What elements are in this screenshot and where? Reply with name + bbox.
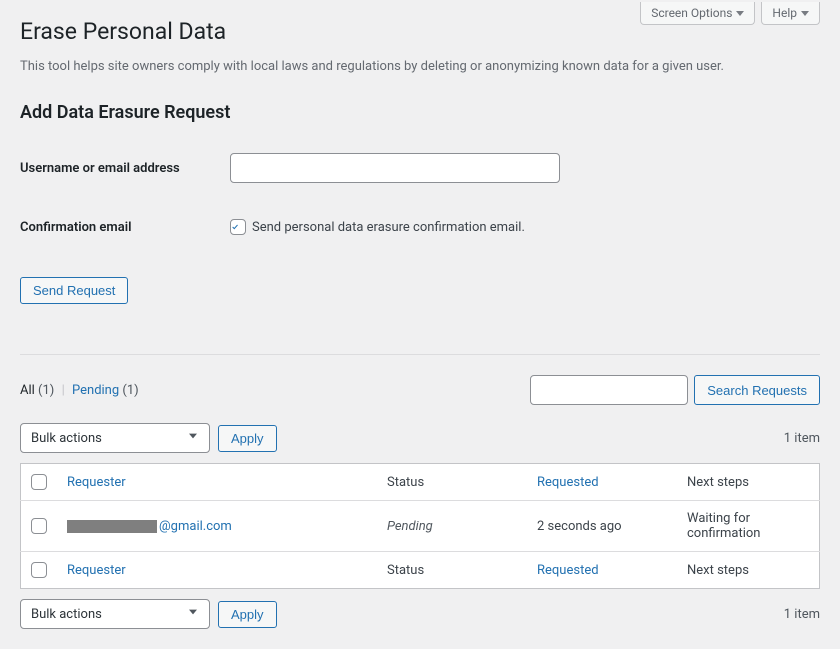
col-nextsteps-footer: Next steps — [687, 563, 749, 578]
username-label: Username or email address — [20, 161, 230, 176]
filter-pending-count: (1) — [122, 383, 138, 398]
username-input[interactable] — [230, 153, 560, 183]
search-input[interactable] — [530, 375, 688, 405]
col-requested-footer[interactable]: Requested — [537, 563, 599, 578]
select-all-checkbox-bottom[interactable] — [31, 562, 47, 578]
redacted-username — [67, 520, 157, 533]
check-icon — [231, 220, 239, 234]
col-requester-footer[interactable]: Requester — [67, 563, 126, 578]
apply-button-bottom[interactable]: Apply — [218, 601, 277, 628]
col-nextsteps-header: Next steps — [687, 475, 749, 490]
bulk-actions-label-bottom: Bulk actions — [31, 607, 102, 622]
section-heading: Add Data Erasure Request — [20, 102, 820, 123]
bulk-actions-select-top[interactable]: Bulk actions — [20, 423, 210, 453]
confirmation-email-label: Confirmation email — [20, 220, 230, 235]
nextsteps-cell: Waiting for confirmation — [687, 511, 761, 541]
help-toggle[interactable]: Help — [761, 2, 820, 25]
chevron-down-icon — [185, 604, 201, 624]
requests-table: Requester Status Requested Next steps @g… — [20, 463, 820, 589]
col-requested-header[interactable]: Requested — [537, 475, 599, 490]
status-cell: Pending — [387, 519, 433, 534]
status-filters: All (1) | Pending (1) — [20, 383, 139, 398]
filter-all-count: (1) — [38, 383, 54, 398]
chevron-down-icon — [185, 428, 201, 448]
filter-all-label[interactable]: All — [20, 383, 35, 398]
requested-cell: 2 seconds ago — [537, 519, 622, 534]
item-count-bottom: 1 item — [784, 607, 820, 622]
col-status-header: Status — [387, 475, 424, 490]
filter-pending-link[interactable]: Pending — [72, 383, 119, 398]
row-checkbox[interactable] — [31, 518, 47, 534]
col-status-footer: Status — [387, 563, 424, 578]
col-requester-header[interactable]: Requester — [67, 475, 126, 490]
page-description: This tool helps site owners comply with … — [20, 59, 820, 74]
table-footer-row: Requester Status Requested Next steps — [21, 552, 820, 589]
confirmation-email-text: Send personal data erasure confirmation … — [252, 220, 525, 235]
table-row: @gmail.com Pending 2 seconds ago Waiting… — [21, 501, 820, 552]
bulk-actions-select-bottom[interactable]: Bulk actions — [20, 599, 210, 629]
search-requests-button[interactable]: Search Requests — [694, 375, 820, 405]
chevron-down-icon — [736, 11, 744, 16]
item-count-top: 1 item — [784, 431, 820, 446]
screen-options-label: Screen Options — [651, 6, 732, 20]
send-request-button[interactable]: Send Request — [20, 277, 128, 304]
requester-email-link[interactable]: @gmail.com — [159, 519, 232, 534]
screen-options-toggle[interactable]: Screen Options — [640, 2, 755, 25]
table-header-row: Requester Status Requested Next steps — [21, 464, 820, 501]
confirmation-email-checkbox[interactable] — [230, 219, 246, 235]
chevron-down-icon — [801, 11, 809, 16]
bulk-actions-label: Bulk actions — [31, 431, 102, 446]
select-all-checkbox-top[interactable] — [31, 474, 47, 490]
help-label: Help — [772, 6, 797, 20]
separator — [20, 354, 820, 355]
apply-button-top[interactable]: Apply — [218, 425, 277, 452]
filter-separator: | — [62, 383, 65, 398]
